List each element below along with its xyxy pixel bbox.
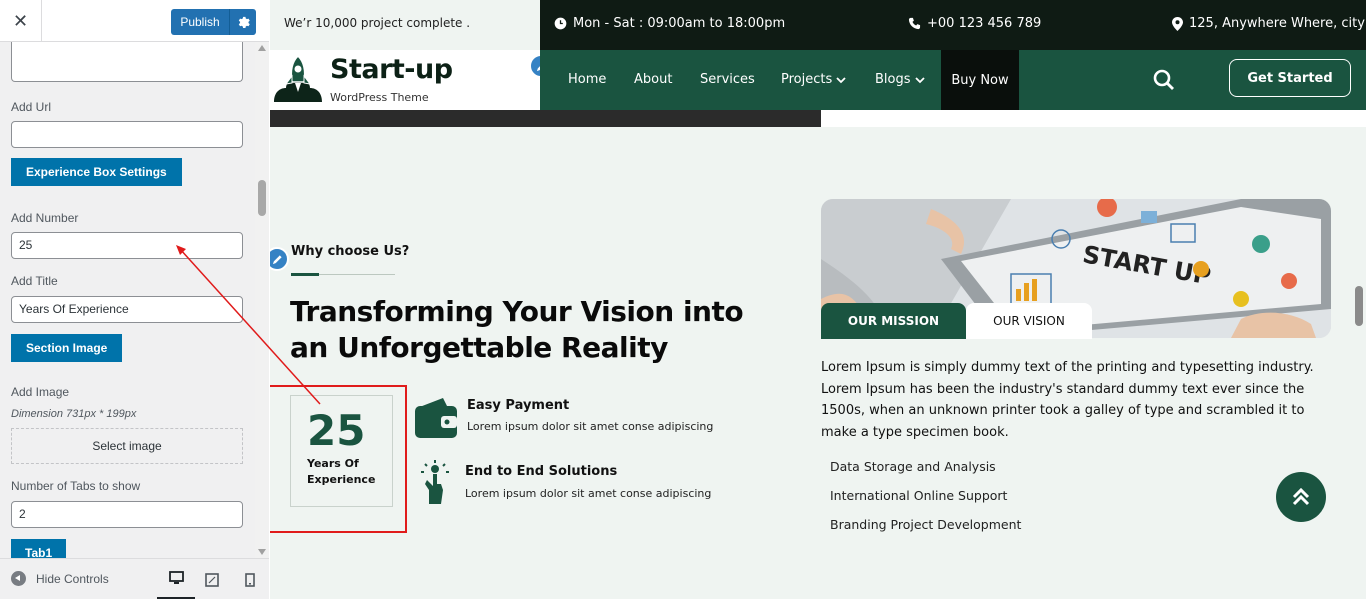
tab-our-mission[interactable]: OUR MISSION (821, 303, 966, 339)
nav-item-blogs-label: Blogs (875, 72, 911, 87)
scroll-down-icon[interactable] (258, 549, 266, 555)
phone-item[interactable]: +00 123 456 789 (908, 16, 1041, 31)
clock-icon (554, 17, 567, 30)
location-pin-icon (1172, 16, 1183, 31)
get-started-button[interactable]: Get Started (1229, 59, 1351, 97)
gear-icon (238, 16, 250, 28)
solution-hand-icon (421, 460, 449, 504)
tab-our-vision[interactable]: OUR VISION (966, 303, 1092, 339)
mission-text: Lorem Ipsum is simply dummy text of the … (821, 360, 1314, 440)
dimension-note: Dimension 731px * 199px (11, 408, 137, 420)
add-image-label: Add Image (11, 385, 70, 399)
add-url-label: Add Url (11, 100, 52, 114)
scroll-up-icon[interactable] (258, 45, 266, 51)
tablet-preview-button[interactable] (193, 559, 231, 599)
list-item: Branding Project Development (830, 517, 1022, 532)
feature-title: Easy Payment (467, 398, 570, 413)
textarea-field[interactable] (11, 42, 243, 82)
section-divider (270, 110, 821, 127)
scroll-to-top-button[interactable] (1276, 472, 1326, 522)
add-title-label: Add Title (11, 274, 58, 288)
tabs-count-label: Number of Tabs to show (11, 479, 141, 493)
nav-item-services[interactable]: Services (700, 72, 755, 87)
feature-description: Lorem ipsum dolor sit amet conse adipisc… (465, 487, 712, 500)
experience-box-settings-button[interactable]: Experience Box Settings (11, 158, 182, 186)
sidebar-controls: Add Url Experience Box Settings Add Numb… (0, 42, 255, 558)
list-item: Data Storage and Analysis (830, 459, 996, 474)
hours-text: Mon - Sat : 09:00am to 18:00pm (573, 16, 786, 31)
add-url-input[interactable] (11, 121, 243, 148)
feature-description: Lorem ipsum dolor sit amet conse adipisc… (467, 420, 714, 433)
feature-title: End to End Solutions (465, 464, 618, 479)
nav-item-blogs[interactable]: Blogs (875, 72, 925, 87)
close-icon[interactable]: ✕ (0, 0, 42, 42)
mobile-preview-button[interactable] (231, 559, 269, 599)
search-icon[interactable] (1153, 69, 1175, 91)
mobile-icon (245, 572, 255, 587)
address-text: 125, Anywhere Where, city (1189, 16, 1365, 31)
desktop-icon (168, 571, 184, 584)
sidebar-scrollbar[interactable] (255, 42, 269, 558)
sidebar-footer: Hide Controls (0, 558, 269, 599)
tabs-count-input[interactable]: 2 (11, 501, 243, 528)
rocket-logo-icon (274, 54, 322, 102)
nav-item-projects-label: Projects (781, 72, 833, 87)
publish-settings-button[interactable] (229, 9, 256, 35)
eyebrow-underline (291, 273, 395, 276)
wallet-icon (415, 398, 457, 438)
buy-now-link[interactable]: Buy Now (941, 50, 1019, 110)
customizer-window: ✕ Publish Add Url Experience Box Setting… (0, 0, 1366, 599)
hours-item: Mon - Sat : 09:00am to 18:00pm (554, 16, 785, 31)
double-chevron-up-icon (1292, 487, 1310, 506)
chevron-down-icon (836, 76, 846, 83)
nav-item-about[interactable]: About (634, 72, 672, 87)
collapse-icon (11, 571, 26, 586)
site-preview: We’r 10,000 project complete . Mon - Sat… (270, 0, 1366, 599)
edit-shortcut-button[interactable] (270, 247, 289, 271)
annotation-highlight-box (270, 385, 407, 533)
hide-controls-label: Hide Controls (36, 571, 109, 586)
topbar-info: Mon - Sat : 09:00am to 18:00pm +00 123 4… (540, 0, 1366, 50)
add-number-input[interactable]: 25 (11, 232, 243, 259)
customizer-sidebar: ✕ Publish Add Url Experience Box Setting… (0, 0, 269, 599)
address-item: 125, Anywhere Where, city (1172, 16, 1365, 31)
select-image-button[interactable]: Select image (11, 428, 243, 464)
add-number-label: Add Number (11, 211, 79, 225)
site-logo[interactable]: Start-up WordPress Theme (270, 50, 540, 110)
preview-scrollbar[interactable] (1352, 0, 1366, 599)
nav-item-projects[interactable]: Projects (781, 72, 846, 87)
topbar-tagline-area: We’r 10,000 project complete . (270, 0, 540, 50)
pencil-icon (272, 254, 282, 264)
nav-item-home[interactable]: Home (568, 72, 606, 87)
chevron-down-icon (914, 76, 925, 83)
phone-icon (908, 17, 921, 30)
main-navigation: Home About Services Projects Blogs Buy N… (540, 50, 1366, 110)
section-eyebrow: Why choose Us? (291, 244, 410, 259)
sidebar-header: ✕ Publish (0, 0, 269, 42)
scrollbar-thumb[interactable] (1355, 286, 1363, 326)
section-heading: Transforming Your Vision into an Unforge… (290, 295, 744, 364)
section-image-button[interactable]: Section Image (11, 334, 123, 362)
topbar-tagline: We’r 10,000 project complete . (284, 16, 471, 30)
phone-text: +00 123 456 789 (927, 16, 1042, 31)
section-divider-light (821, 110, 1366, 127)
desktop-preview-button[interactable] (157, 559, 195, 599)
brand-subtitle: WordPress Theme (330, 91, 429, 104)
hide-controls-button[interactable]: Hide Controls (11, 571, 109, 586)
scrollbar-thumb[interactable] (258, 180, 266, 216)
tablet-icon (205, 572, 219, 587)
brand-title: Start-up (330, 54, 453, 85)
tab1-button[interactable]: Tab1 (11, 539, 67, 558)
add-title-input[interactable]: Years Of Experience (11, 296, 243, 323)
list-item: International Online Support (830, 488, 1008, 503)
publish-button[interactable]: Publish (171, 9, 229, 35)
